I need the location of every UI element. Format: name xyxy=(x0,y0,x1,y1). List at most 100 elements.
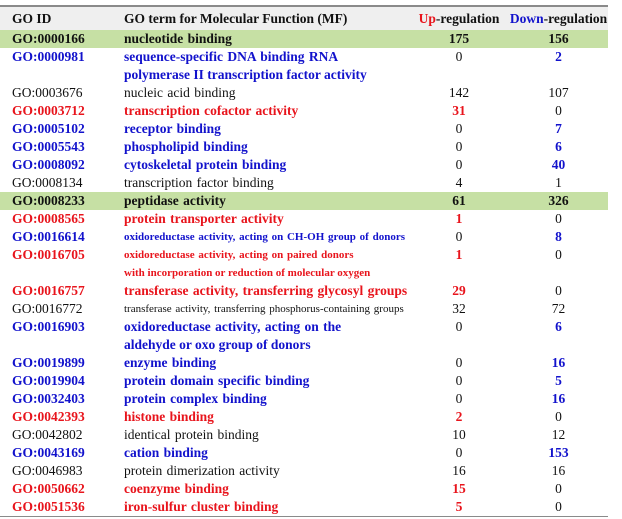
go-id-cell: GO:0019904 xyxy=(12,373,85,388)
table-row: GO:0019899 enzyme binding 0 16 xyxy=(0,354,608,372)
go-term-line1: sequence-specific DNA binding RNA xyxy=(124,49,339,64)
up-regulation-count: 0 xyxy=(455,319,463,334)
down-regulation-count: 0 xyxy=(555,409,562,424)
table-row: GO:0016614 oxidoreductase activity, actin… xyxy=(0,228,608,246)
go-term-line1: identical protein binding xyxy=(124,427,259,442)
go-id-cell: GO:0000166 xyxy=(12,31,85,46)
table-row: GO:0032403 protein complex binding 0 16 xyxy=(0,390,608,408)
down-regulation-count: 6 xyxy=(555,319,562,334)
header-down-suffix: -regulation xyxy=(543,10,608,26)
go-id-cell: GO:0005102 xyxy=(12,121,85,136)
up-regulation-count: 16 xyxy=(452,463,466,478)
table-row: GO:0003712 transcription cofactor activit… xyxy=(0,102,608,120)
go-term-cell: coenzyme binding xyxy=(124,480,409,498)
table-row: GO:0003676 nucleic acid binding 142 107 xyxy=(0,84,608,102)
go-term-cell: enzyme binding xyxy=(124,354,409,372)
up-regulation-count: 142 xyxy=(448,85,470,100)
table-row: GO:0008233 peptidase activity 61 326 xyxy=(0,192,608,210)
go-id-cell: GO:0032403 xyxy=(12,391,85,406)
table-row: GO:0043169 cation binding 0 153 xyxy=(0,444,608,462)
go-term-cell: sequence-specific DNA binding RNA polymer… xyxy=(124,48,409,84)
down-regulation-count: 2 xyxy=(555,49,562,64)
go-id-cell: GO:0051536 xyxy=(12,499,85,514)
go-term-line1: cation binding xyxy=(124,445,208,460)
go-term-cell: nucleic acid binding xyxy=(124,84,409,102)
go-term-cell: cytoskeletal protein binding xyxy=(124,156,409,174)
up-regulation-count: 0 xyxy=(455,391,463,406)
table-row: GO:0008565 protein transporter activity 1 0 xyxy=(0,210,608,228)
go-term-cell: transcription cofactor activity xyxy=(124,102,409,120)
go-term-line1: nucleic acid binding xyxy=(124,85,236,100)
go-id-cell: GO:0008233 xyxy=(12,193,85,208)
down-regulation-count: 326 xyxy=(548,193,569,208)
down-regulation-count: 0 xyxy=(555,211,562,226)
table-row: GO:0050662 coenzyme binding 15 0 xyxy=(0,480,608,498)
go-id-cell: GO:0005543 xyxy=(12,139,85,154)
go-term-cell: phospholipid binding xyxy=(124,138,409,156)
up-regulation-count: 2 xyxy=(455,409,463,424)
go-id-cell: GO:0008565 xyxy=(12,211,85,226)
table-header: GO ID GO term for Molecular Function (MF… xyxy=(0,5,608,30)
go-term-line1: transcription cofactor activity xyxy=(124,103,299,118)
table-row: GO:0005543 phospholipid binding 0 6 xyxy=(0,138,608,156)
up-regulation-count: 0 xyxy=(455,373,463,388)
go-term-line1: protein transporter activity xyxy=(124,211,284,226)
up-regulation-count: 32 xyxy=(452,301,466,316)
up-regulation-count: 0 xyxy=(455,445,463,460)
table-row: GO:0046983 protein dimerization activity 1… xyxy=(0,462,608,480)
go-id-cell: GO:0000981 xyxy=(12,49,85,64)
go-mf-table: GO ID GO term for Molecular Function (MF… xyxy=(0,5,608,517)
go-term-cell: transcription factor binding xyxy=(124,174,409,192)
go-term-line2: with incorporation or reduction of molec… xyxy=(124,267,371,279)
table-row: GO:0042802 identical protein binding 10 12 xyxy=(0,426,608,444)
table-row: GO:0000981 sequence-specific DNA binding … xyxy=(0,48,608,84)
go-term-cell: protein transporter activity xyxy=(124,210,409,228)
table-row: GO:0008092 cytoskeletal protein binding 0 4… xyxy=(0,156,608,174)
go-id-cell: GO:0016903 xyxy=(12,319,85,334)
table-row: GO:0008134 transcription factor binding 4 1 xyxy=(0,174,608,192)
go-term-cell: histone binding xyxy=(124,408,409,426)
go-term-line1: protein domain specific binding xyxy=(124,373,310,388)
go-id-cell: GO:0016705 xyxy=(12,247,85,262)
go-term-cell: peptidase activity xyxy=(124,192,409,210)
go-term-line1: oxidoreductase activity, acting on paire… xyxy=(124,249,354,261)
table-row: GO:0016772 transferase activity, transfer… xyxy=(0,300,608,318)
header-down-regulation: Down-regulation xyxy=(509,11,608,27)
go-id-cell: GO:0016757 xyxy=(12,283,85,298)
up-regulation-count: 175 xyxy=(448,31,470,46)
go-id-cell: GO:0043169 xyxy=(12,445,85,460)
go-id-cell: GO:0046983 xyxy=(12,463,83,478)
go-id-cell: GO:0050662 xyxy=(12,481,85,496)
go-term-cell: receptor binding xyxy=(124,120,409,138)
down-regulation-count: 0 xyxy=(555,247,562,262)
table-row: GO:0000166 nucleotide binding 175 156 xyxy=(0,30,608,48)
go-term-line1: transcription factor binding xyxy=(124,175,274,190)
go-term-line1: nucleotide binding xyxy=(124,31,232,46)
go-term-cell: oxidoreductase activity, acting on paire… xyxy=(124,246,409,282)
down-regulation-count: 5 xyxy=(555,373,562,388)
up-regulation-count: 29 xyxy=(452,283,466,298)
go-term-cell: protein domain specific binding xyxy=(124,372,409,390)
down-regulation-count: 16 xyxy=(551,463,566,478)
header-go-id: GO ID xyxy=(12,11,52,26)
go-term-cell: transferase activity, transferring glyco… xyxy=(124,282,409,300)
header-up-regulation: Up-regulation xyxy=(409,11,509,27)
go-term-cell: nucleotide binding xyxy=(124,30,409,48)
up-regulation-count: 61 xyxy=(452,193,466,208)
go-term-cell: oxidoreductase activity, acting on CH-OH… xyxy=(124,228,409,246)
go-id-cell: GO:0042802 xyxy=(12,427,83,442)
down-regulation-count: 0 xyxy=(555,481,562,496)
go-term-line2: polymerase II transcription factor activ… xyxy=(124,67,367,82)
go-term-cell: cation binding xyxy=(124,444,409,462)
go-term-line1: enzyme binding xyxy=(124,355,217,370)
go-term-line2: aldehyde or oxo group of donors xyxy=(124,337,311,352)
go-term-line1: oxidoreductase activity, acting on the xyxy=(124,319,342,334)
down-regulation-count: 12 xyxy=(551,427,566,442)
up-regulation-count: 4 xyxy=(455,175,463,190)
go-id-cell: GO:0008092 xyxy=(12,157,85,172)
up-regulation-count: 0 xyxy=(455,229,463,244)
go-term-cell: identical protein binding xyxy=(124,426,409,444)
go-id-cell: GO:0003712 xyxy=(12,103,85,118)
go-term-line1: receptor binding xyxy=(124,121,221,136)
go-term-line1: protein dimerization activity xyxy=(124,463,280,478)
